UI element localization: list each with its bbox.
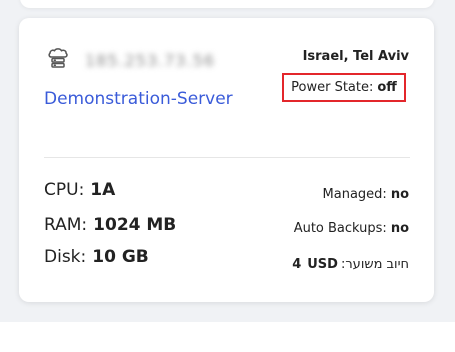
power-state-label: Power State: bbox=[291, 80, 374, 95]
auto-backups-status: Auto Backups: no bbox=[294, 221, 409, 236]
server-ip-address: 185.253.73.56 bbox=[85, 51, 216, 70]
power-state-value: off bbox=[377, 80, 397, 95]
auto-backups-value: no bbox=[390, 221, 409, 236]
managed-label: Managed: bbox=[322, 187, 387, 202]
server-card: 185.253.73.56 Demonstration-Server Israe… bbox=[19, 18, 434, 302]
ram-value: 1024 MB bbox=[93, 215, 177, 235]
price-currency: USD bbox=[307, 257, 338, 272]
previous-card-edge bbox=[20, 0, 434, 8]
disk-label: Disk: bbox=[44, 247, 87, 267]
server-location: Israel, Tel Aviv bbox=[302, 49, 409, 64]
auto-backups-label: Auto Backups: bbox=[293, 221, 387, 236]
estimated-price: חיוב משוער: 4 USD bbox=[289, 257, 409, 272]
price-label: חיוב משוער: bbox=[340, 257, 409, 272]
power-state-indicator: Power State: off bbox=[282, 73, 406, 102]
ram-spec: RAM: 1024 MB bbox=[44, 215, 176, 235]
page-footer-strip bbox=[0, 322, 455, 352]
ram-label: RAM: bbox=[44, 215, 88, 235]
disk-spec: Disk: 10 GB bbox=[44, 247, 149, 267]
cpu-spec: CPU: 1A bbox=[44, 180, 115, 200]
server-name-link[interactable]: Demonstration-Server bbox=[44, 86, 244, 112]
managed-value: no bbox=[390, 187, 409, 202]
cpu-label: CPU: bbox=[44, 180, 85, 200]
cpu-value: 1A bbox=[90, 180, 116, 200]
card-divider bbox=[44, 157, 410, 158]
managed-status: Managed: no bbox=[323, 187, 409, 202]
disk-value: 10 GB bbox=[92, 247, 149, 267]
price-amount: 4 bbox=[292, 257, 302, 272]
cloud-server-icon bbox=[48, 48, 68, 68]
